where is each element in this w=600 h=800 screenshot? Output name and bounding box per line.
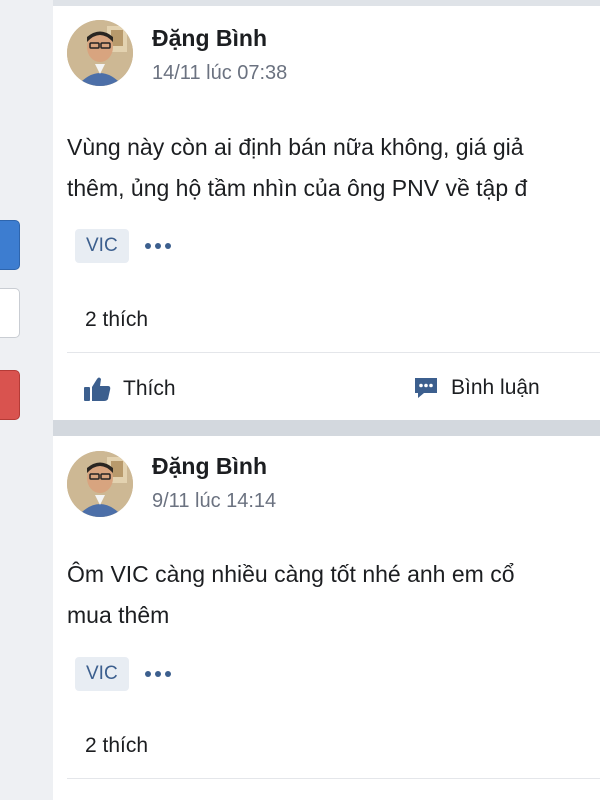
post-timestamp[interactable]: 14/11 lúc 07:38 — [152, 62, 287, 85]
post-content-line: mua thêm — [67, 602, 170, 628]
stock-tag[interactable]: VIC — [75, 657, 129, 691]
author-name[interactable]: Đặng Bình — [152, 453, 267, 480]
avatar[interactable] — [67, 20, 133, 86]
comment-button-label: Bình luận — [451, 376, 540, 399]
post-content-line: Ôm VIC càng nhiều càng tốt nhé anh em cổ — [67, 561, 515, 587]
comment-icon — [413, 376, 439, 400]
author-name[interactable]: Đặng Bình — [152, 25, 267, 52]
more-options-icon[interactable] — [145, 241, 171, 251]
post-content: Vùng này còn ai định bán nữa không, giá … — [67, 127, 600, 209]
thumbs-up-icon — [83, 376, 111, 402]
left-sidebar — [0, 0, 54, 800]
sidebar-red-button[interactable] — [0, 370, 20, 420]
post-separator — [53, 420, 600, 436]
post-content: Ôm VIC càng nhiều càng tốt nhé anh em cổ… — [67, 554, 600, 636]
feed: Đặng Bình 14/11 lúc 07:38 Vùng này còn a… — [53, 0, 600, 800]
divider — [67, 352, 600, 353]
avatar[interactable] — [67, 451, 133, 517]
like-button-label: Thích — [123, 377, 176, 400]
like-count[interactable]: 2 thích — [85, 308, 148, 332]
like-count[interactable]: 2 thích — [85, 734, 148, 758]
post-content-line: thêm, ủng hộ tầm nhìn của ông PNV về tập… — [67, 175, 528, 201]
comment-button[interactable]: Bình luận — [413, 376, 540, 400]
divider — [67, 778, 600, 779]
sidebar-white-button[interactable] — [0, 288, 20, 338]
post-timestamp[interactable]: 9/11 lúc 14:14 — [152, 490, 276, 513]
post-card: Đặng Bình 9/11 lúc 14:14 Ôm VIC càng nhi… — [53, 436, 600, 800]
sidebar-blue-button[interactable] — [0, 220, 20, 270]
post-card: Đặng Bình 14/11 lúc 07:38 Vùng này còn a… — [53, 0, 600, 426]
more-options-icon[interactable] — [145, 669, 171, 679]
stock-tag[interactable]: VIC — [75, 229, 129, 263]
post-content-line: Vùng này còn ai định bán nữa không, giá … — [67, 134, 524, 160]
like-button[interactable]: Thích — [83, 376, 176, 402]
